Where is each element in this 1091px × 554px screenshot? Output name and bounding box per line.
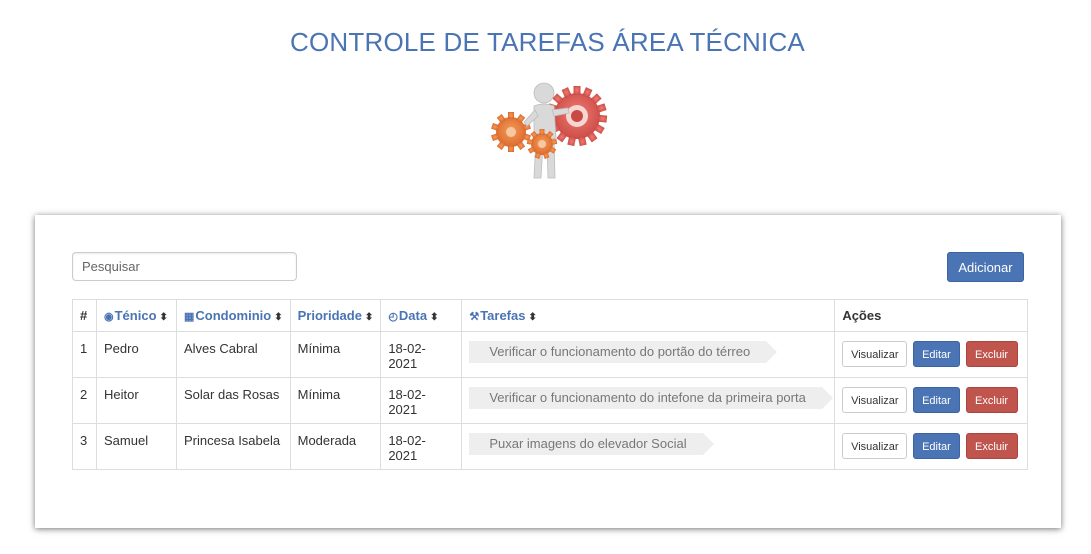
cell-data: 18-02-2021: [380, 423, 463, 470]
column-header-index: #: [72, 299, 97, 332]
cell-tarefa: Verificar o funcionamento do intefone da…: [461, 377, 836, 424]
cell-actions: Visualizar Editar Excluir: [834, 331, 1029, 378]
edit-button[interactable]: Editar: [912, 387, 960, 413]
sort-icon: ⬍: [159, 312, 168, 323]
search-input[interactable]: [72, 252, 297, 281]
cell-prioridade: Mínima: [289, 331, 382, 378]
cell-data: 18-02-2021: [380, 331, 463, 378]
table-row: 3 Samuel Princesa Isabela Moderada 18-02…: [72, 423, 1029, 470]
column-header-tecnico[interactable]: ◉Ténico ⬍: [96, 299, 177, 332]
table-row: 1 Pedro Alves Cabral Mínima 18-02-2021 V…: [72, 331, 1029, 378]
task-tag: Puxar imagens do elevador Social: [469, 433, 714, 455]
column-header-condominio-label: Condominio: [195, 308, 272, 323]
task-tag: Verificar o funcionamento do intefone da…: [469, 387, 833, 409]
column-header-data-label: Data: [398, 308, 428, 323]
tasks-panel: Adicionar # ◉Ténico⬍ ▦Condominio⬍ Priori…: [35, 215, 1061, 528]
cell-index: 1: [72, 331, 97, 378]
cell-index: 3: [72, 423, 97, 470]
tasks-table: # ◉Ténico ⬍ ▦Condominio ⬍ Prioridade ⬍ ◴Dat…: [72, 299, 1029, 470]
view-button[interactable]: Visualizar: [842, 387, 908, 413]
cell-tecnico: Samuel: [96, 423, 177, 470]
cell-tarefa: Puxar imagens do elevador Social: [461, 423, 836, 470]
column-header-prioridade[interactable]: Prioridade ⬍: [289, 299, 382, 332]
task-tag: Verificar o funcionamento do portão do t…: [469, 341, 778, 363]
column-header-tecnico-label: Ténico: [114, 308, 157, 323]
cell-tecnico: Heitor: [96, 377, 177, 424]
column-header-condominio[interactable]: ▦Condominio ⬍: [176, 299, 291, 332]
table-row: 2 Heitor Solar das Rosas Mínima 18-02-20…: [72, 377, 1029, 424]
clock-icon: ◴: [388, 311, 398, 323]
column-header-tarefas[interactable]: ⚒Tarefas ⬍: [461, 299, 836, 332]
page-title: CONTROLE DE TAREFAS ÁREA TÉCNICA: [290, 27, 805, 57]
cell-condominio: Princesa Isabela: [176, 423, 291, 470]
cell-prioridade: Mínima: [289, 377, 382, 424]
building-icon: ▦: [184, 311, 195, 323]
table-header-row: # ◉Ténico ⬍ ▦Condominio ⬍ Prioridade ⬍ ◴Dat…: [72, 299, 1029, 332]
cell-condominio: Alves Cabral: [176, 331, 291, 378]
sort-icon: ⬍: [528, 312, 537, 323]
user-circle-icon: ◉: [104, 311, 114, 323]
cell-actions: Visualizar Editar Excluir: [834, 423, 1029, 470]
view-button[interactable]: Visualizar: [842, 341, 908, 367]
cell-condominio: Solar das Rosas: [176, 377, 291, 424]
person-with-gears-icon: [491, 82, 608, 179]
column-header-acoes: Ações: [834, 299, 1029, 332]
edit-button[interactable]: Editar: [912, 433, 960, 459]
edit-button[interactable]: Editar: [912, 341, 960, 367]
cell-tarefa: Verificar o funcionamento do portão do t…: [461, 331, 836, 378]
cell-prioridade: Moderada: [289, 423, 382, 470]
cell-index: 2: [72, 377, 97, 424]
column-header-prioridade-label: Prioridade: [297, 308, 362, 323]
cell-tecnico: Pedro: [96, 331, 177, 378]
delete-button[interactable]: Excluir: [965, 341, 1018, 367]
column-header-tarefas-label: Tarefas: [480, 308, 526, 323]
delete-button[interactable]: Excluir: [965, 433, 1018, 459]
view-button[interactable]: Visualizar: [842, 433, 908, 459]
wrench-icon: ⚒: [469, 311, 480, 323]
cell-actions: Visualizar Editar Excluir: [834, 377, 1029, 424]
column-header-data[interactable]: ◴Data ⬍: [380, 299, 463, 332]
delete-button[interactable]: Excluir: [965, 387, 1018, 413]
add-button[interactable]: Adicionar: [947, 252, 1024, 282]
sort-icon: ⬍: [274, 312, 283, 323]
sort-icon: ⬍: [430, 312, 439, 323]
sort-icon: ⬍: [364, 312, 374, 323]
cell-data: 18-02-2021: [380, 377, 463, 424]
